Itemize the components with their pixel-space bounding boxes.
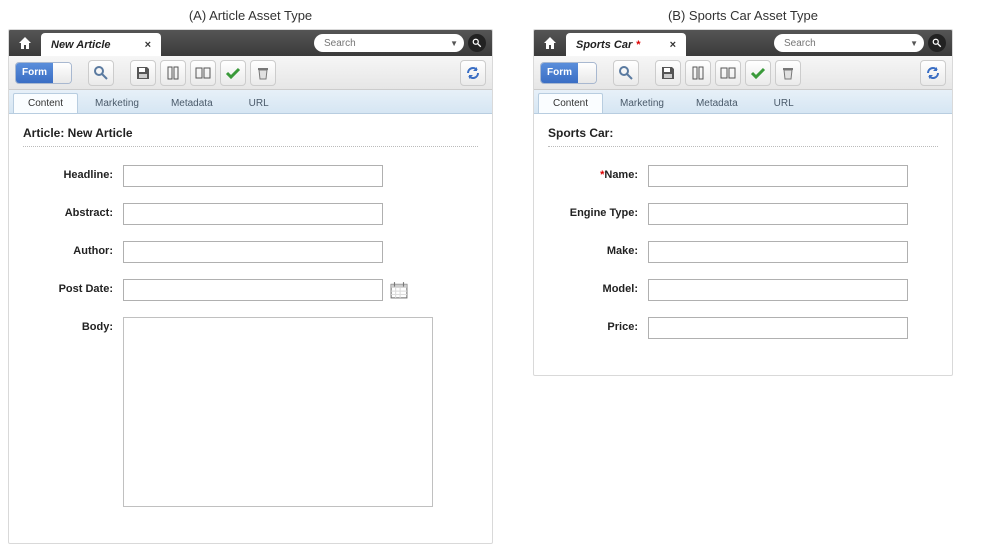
home-button[interactable] [538,30,562,56]
magnifier-icon [618,65,634,81]
bookmark-button[interactable] [685,60,711,86]
tab-metadata[interactable]: Metadata [156,93,228,113]
search-input[interactable] [322,37,446,50]
home-icon [17,35,33,51]
form-content: Sports Car: *Name: Engine Type: Make: Mo… [534,114,952,375]
form-content: Article: New Article Headline: Abstract:… [9,114,492,543]
postdate-label: Post Date: [23,279,123,295]
delete-button[interactable] [250,60,276,86]
column-b-title: (B) Sports Car Asset Type [533,8,953,23]
abstract-input[interactable] [123,203,383,225]
checkmark-icon [225,65,241,81]
magnifier-icon [472,38,482,48]
topbar: New Article × ▼ [9,30,492,56]
subtabs: Content Marketing Metadata URL [534,90,952,114]
search-input[interactable] [782,37,906,50]
find-button[interactable] [88,60,114,86]
form-heading: Article: New Article [23,126,478,140]
magnifier-icon [93,65,109,81]
form-heading: Sports Car: [548,126,938,140]
name-label: *Name: [548,165,648,181]
tab-marketing[interactable]: Marketing [80,93,154,113]
postdate-calendar-button[interactable] [389,280,409,300]
preview-icon [195,65,211,81]
column-a-title: (A) Article Asset Type [8,8,493,23]
find-button[interactable] [613,60,639,86]
toolbar: Form [534,56,952,90]
dirty-marker: * [636,39,640,51]
tab-url[interactable]: URL [755,93,813,113]
price-input[interactable] [648,317,908,339]
save-icon [135,65,151,81]
make-input[interactable] [648,241,908,263]
tab-metadata[interactable]: Metadata [681,93,753,113]
refresh-icon [465,65,481,81]
refresh-icon [925,65,941,81]
document-tab[interactable]: New Article × [41,33,161,56]
home-icon [542,35,558,51]
body-label: Body: [23,317,123,333]
postdate-input[interactable] [123,279,383,301]
bookmark-icon [690,65,706,81]
form-mode-button[interactable]: Form [540,62,597,84]
bookmark-button[interactable] [160,60,186,86]
delete-button[interactable] [775,60,801,86]
topbar: Sports Car * × ▼ [534,30,952,56]
document-tab-close[interactable]: × [141,39,155,51]
headline-label: Headline: [23,165,123,181]
preview-button[interactable] [715,60,741,86]
engine-label: Engine Type: [548,203,648,219]
price-label: Price: [548,317,648,333]
search-bar: ▼ [774,33,946,53]
preview-icon [720,65,736,81]
checkmark-icon [750,65,766,81]
approve-button[interactable] [220,60,246,86]
save-button[interactable] [655,60,681,86]
preview-button[interactable] [190,60,216,86]
tab-url[interactable]: URL [230,93,288,113]
approve-button[interactable] [745,60,771,86]
form-mode-label: Form [16,63,53,83]
document-tab[interactable]: Sports Car * × [566,33,686,56]
search-dropdown-icon[interactable]: ▼ [906,39,922,48]
subtabs: Content Marketing Metadata URL [9,90,492,114]
home-button[interactable] [13,30,37,56]
search-bar: ▼ [314,33,486,53]
search-dropdown-icon[interactable]: ▼ [446,39,462,48]
tab-content[interactable]: Content [538,93,603,113]
form-mode-label: Form [541,63,578,83]
author-label: Author: [23,241,123,257]
trash-icon [255,65,271,81]
search-go-button[interactable] [468,34,486,52]
magnifier-icon [932,38,942,48]
save-button[interactable] [130,60,156,86]
headline-input[interactable] [123,165,383,187]
panel-article: New Article × ▼ Form [8,29,493,544]
panel-sportscar: Sports Car * × ▼ Form [533,29,953,376]
document-tab-close[interactable]: × [666,39,680,51]
save-icon [660,65,676,81]
make-label: Make: [548,241,648,257]
tab-content[interactable]: Content [13,93,78,113]
toolbar: Form [9,56,492,90]
calendar-icon [390,281,408,299]
refresh-button[interactable] [460,60,486,86]
refresh-button[interactable] [920,60,946,86]
form-mode-button[interactable]: Form [15,62,72,84]
search-go-button[interactable] [928,34,946,52]
document-tab-title: Sports Car [576,39,632,51]
tab-marketing[interactable]: Marketing [605,93,679,113]
model-input[interactable] [648,279,908,301]
name-input[interactable] [648,165,908,187]
trash-icon [780,65,796,81]
document-tab-title: New Article [51,39,111,51]
author-input[interactable] [123,241,383,263]
bookmark-icon [165,65,181,81]
abstract-label: Abstract: [23,203,123,219]
body-textarea[interactable] [123,317,433,507]
engine-input[interactable] [648,203,908,225]
model-label: Model: [548,279,648,295]
